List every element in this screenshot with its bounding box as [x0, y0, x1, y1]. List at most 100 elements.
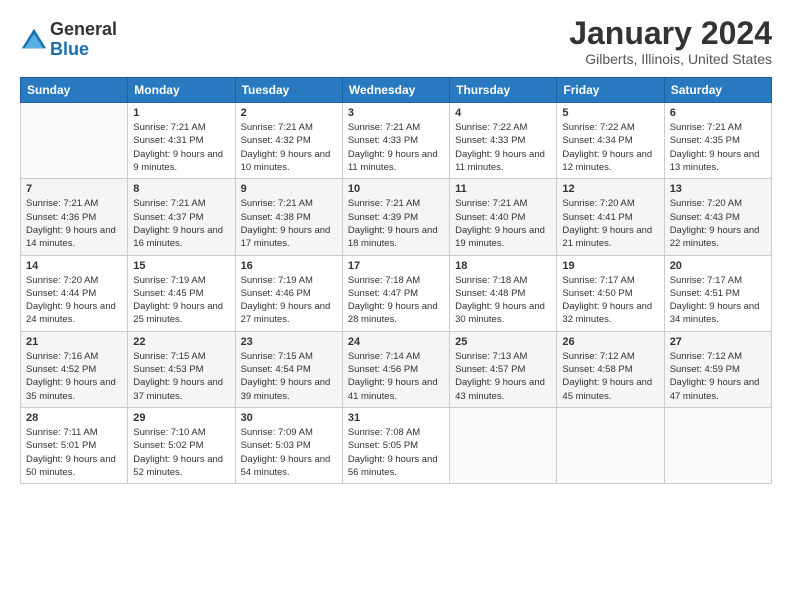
table-row	[21, 103, 128, 179]
day-info: Sunrise: 7:21 AMSunset: 4:38 PMDaylight:…	[241, 197, 337, 250]
day-number: 2	[241, 107, 337, 119]
day-info: Sunrise: 7:21 AMSunset: 4:33 PMDaylight:…	[348, 121, 444, 174]
table-row: 6 Sunrise: 7:21 AMSunset: 4:35 PMDaylight…	[664, 103, 771, 179]
logo-blue-text: Blue	[50, 40, 117, 60]
day-info: Sunrise: 7:21 AMSunset: 4:40 PMDaylight:…	[455, 197, 551, 250]
table-row: 16 Sunrise: 7:19 AMSunset: 4:46 PMDayligh…	[235, 255, 342, 331]
table-row: 31 Sunrise: 7:08 AMSunset: 5:05 PMDayligh…	[342, 407, 449, 483]
day-info: Sunrise: 7:13 AMSunset: 4:57 PMDaylight:…	[455, 350, 551, 403]
day-info: Sunrise: 7:19 AMSunset: 4:45 PMDaylight:…	[133, 274, 229, 327]
table-row: 19 Sunrise: 7:17 AMSunset: 4:50 PMDayligh…	[557, 255, 664, 331]
page-subtitle: Gilberts, Illinois, United States	[569, 51, 772, 67]
day-info: Sunrise: 7:18 AMSunset: 4:48 PMDaylight:…	[455, 274, 551, 327]
day-number: 8	[133, 183, 229, 195]
table-row	[450, 407, 557, 483]
day-number: 21	[26, 336, 122, 348]
day-number: 9	[241, 183, 337, 195]
day-number: 14	[26, 260, 122, 272]
table-row: 4 Sunrise: 7:22 AMSunset: 4:33 PMDaylight…	[450, 103, 557, 179]
day-number: 13	[670, 183, 766, 195]
day-number: 23	[241, 336, 337, 348]
day-number: 22	[133, 336, 229, 348]
calendar-week-5: 28 Sunrise: 7:11 AMSunset: 5:01 PMDayligh…	[21, 407, 772, 483]
table-row: 21Sunrise: 7:16 AMSunset: 4:52 PMDayligh…	[21, 331, 128, 407]
header: General Blue January 2024 Gilberts, Illi…	[20, 16, 772, 67]
day-info: Sunrise: 7:10 AMSunset: 5:02 PMDaylight:…	[133, 426, 229, 479]
header-sunday: Sunday	[21, 78, 128, 103]
table-row: 17Sunrise: 7:18 AMSunset: 4:47 PMDayligh…	[342, 255, 449, 331]
day-info: Sunrise: 7:08 AMSunset: 5:05 PMDaylight:…	[348, 426, 444, 479]
calendar-week-2: 7 Sunrise: 7:21 AMSunset: 4:36 PMDaylight…	[21, 179, 772, 255]
header-thursday: Thursday	[450, 78, 557, 103]
table-row: 2 Sunrise: 7:21 AMSunset: 4:32 PMDaylight…	[235, 103, 342, 179]
logo-general-text: General	[50, 20, 117, 40]
day-info: Sunrise: 7:21 AMSunset: 4:35 PMDaylight:…	[670, 121, 766, 174]
header-saturday: Saturday	[664, 78, 771, 103]
day-info: Sunrise: 7:15 AMSunset: 4:53 PMDaylight:…	[133, 350, 229, 403]
calendar-week-3: 14 Sunrise: 7:20 AMSunset: 4:44 PMDayligh…	[21, 255, 772, 331]
day-number: 19	[562, 260, 658, 272]
day-info: Sunrise: 7:15 AMSunset: 4:54 PMDaylight:…	[241, 350, 337, 403]
table-row: 10 Sunrise: 7:21 AMSunset: 4:39 PMDayligh…	[342, 179, 449, 255]
day-number: 29	[133, 412, 229, 424]
day-info: Sunrise: 7:21 AMSunset: 4:32 PMDaylight:…	[241, 121, 337, 174]
header-monday: Monday	[128, 78, 235, 103]
table-row: 18 Sunrise: 7:18 AMSunset: 4:48 PMDayligh…	[450, 255, 557, 331]
table-row: 29 Sunrise: 7:10 AMSunset: 5:02 PMDayligh…	[128, 407, 235, 483]
day-info: Sunrise: 7:21 AMSunset: 4:36 PMDaylight:…	[26, 197, 122, 250]
day-number: 1	[133, 107, 229, 119]
day-number: 25	[455, 336, 551, 348]
table-row: 1 Sunrise: 7:21 AMSunset: 4:31 PMDaylight…	[128, 103, 235, 179]
day-info: Sunrise: 7:21 AMSunset: 4:39 PMDaylight:…	[348, 197, 444, 250]
table-row: 11 Sunrise: 7:21 AMSunset: 4:40 PMDayligh…	[450, 179, 557, 255]
table-row: 28 Sunrise: 7:11 AMSunset: 5:01 PMDayligh…	[21, 407, 128, 483]
day-info: Sunrise: 7:09 AMSunset: 5:03 PMDaylight:…	[241, 426, 337, 479]
day-info: Sunrise: 7:20 AMSunset: 4:44 PMDaylight:…	[26, 274, 122, 327]
table-row: 22 Sunrise: 7:15 AMSunset: 4:53 PMDayligh…	[128, 331, 235, 407]
day-number: 16	[241, 260, 337, 272]
weekday-header-row: Sunday Monday Tuesday Wednesday Thursday…	[21, 78, 772, 103]
day-info: Sunrise: 7:21 AMSunset: 4:37 PMDaylight:…	[133, 197, 229, 250]
calendar-week-1: 1 Sunrise: 7:21 AMSunset: 4:31 PMDaylight…	[21, 103, 772, 179]
day-info: Sunrise: 7:18 AMSunset: 4:47 PMDaylight:…	[348, 274, 444, 327]
day-info: Sunrise: 7:22 AMSunset: 4:33 PMDaylight:…	[455, 121, 551, 174]
day-info: Sunrise: 7:20 AMSunset: 4:41 PMDaylight:…	[562, 197, 658, 250]
table-row	[557, 407, 664, 483]
day-info: Sunrise: 7:17 AMSunset: 4:50 PMDaylight:…	[562, 274, 658, 327]
day-number: 27	[670, 336, 766, 348]
table-row: 14 Sunrise: 7:20 AMSunset: 4:44 PMDayligh…	[21, 255, 128, 331]
day-number: 11	[455, 183, 551, 195]
day-number: 15	[133, 260, 229, 272]
header-tuesday: Tuesday	[235, 78, 342, 103]
table-row: 7 Sunrise: 7:21 AMSunset: 4:36 PMDaylight…	[21, 179, 128, 255]
logo-text: General Blue	[50, 20, 117, 60]
day-number: 28	[26, 412, 122, 424]
day-number: 30	[241, 412, 337, 424]
table-row: 23 Sunrise: 7:15 AMSunset: 4:54 PMDayligh…	[235, 331, 342, 407]
day-number: 31	[348, 412, 444, 424]
day-number: 18	[455, 260, 551, 272]
day-info: Sunrise: 7:11 AMSunset: 5:01 PMDaylight:…	[26, 426, 122, 479]
day-info: Sunrise: 7:20 AMSunset: 4:43 PMDaylight:…	[670, 197, 766, 250]
table-row: 26Sunrise: 7:12 AMSunset: 4:58 PMDayligh…	[557, 331, 664, 407]
page: General Blue January 2024 Gilberts, Illi…	[0, 0, 792, 612]
calendar-week-4: 21Sunrise: 7:16 AMSunset: 4:52 PMDayligh…	[21, 331, 772, 407]
table-row: 20Sunrise: 7:17 AMSunset: 4:51 PMDayligh…	[664, 255, 771, 331]
day-number: 7	[26, 183, 122, 195]
table-row: 8 Sunrise: 7:21 AMSunset: 4:37 PMDaylight…	[128, 179, 235, 255]
day-info: Sunrise: 7:12 AMSunset: 4:58 PMDaylight:…	[562, 350, 658, 403]
table-row: 15 Sunrise: 7:19 AMSunset: 4:45 PMDayligh…	[128, 255, 235, 331]
logo: General Blue	[20, 20, 117, 60]
day-number: 6	[670, 107, 766, 119]
day-number: 4	[455, 107, 551, 119]
day-number: 3	[348, 107, 444, 119]
day-number: 10	[348, 183, 444, 195]
day-info: Sunrise: 7:22 AMSunset: 4:34 PMDaylight:…	[562, 121, 658, 174]
day-number: 5	[562, 107, 658, 119]
table-row: 9 Sunrise: 7:21 AMSunset: 4:38 PMDaylight…	[235, 179, 342, 255]
day-info: Sunrise: 7:12 AMSunset: 4:59 PMDaylight:…	[670, 350, 766, 403]
header-wednesday: Wednesday	[342, 78, 449, 103]
day-info: Sunrise: 7:19 AMSunset: 4:46 PMDaylight:…	[241, 274, 337, 327]
table-row: 24Sunrise: 7:14 AMSunset: 4:56 PMDayligh…	[342, 331, 449, 407]
day-info: Sunrise: 7:21 AMSunset: 4:31 PMDaylight:…	[133, 121, 229, 174]
